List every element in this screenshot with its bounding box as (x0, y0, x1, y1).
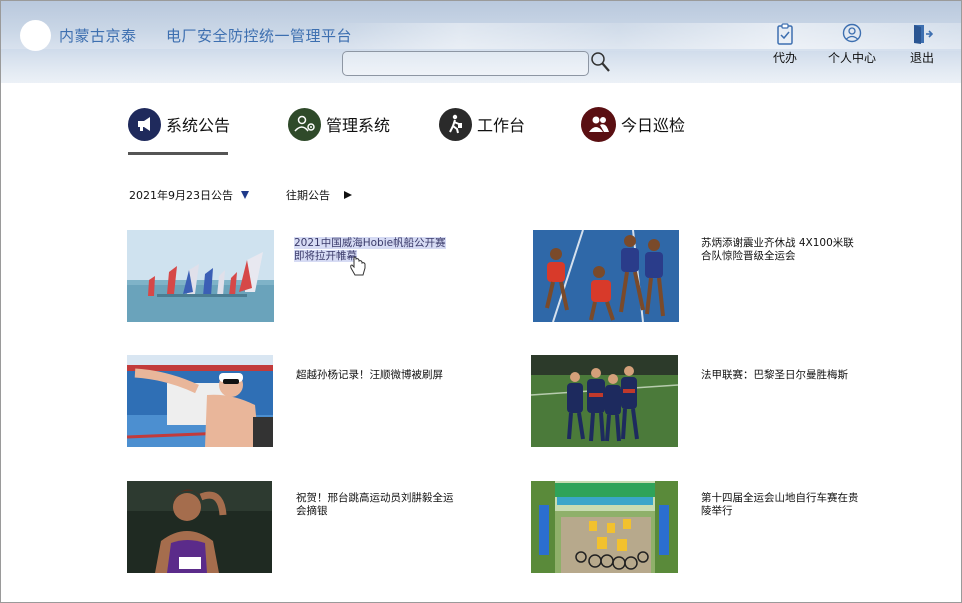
high-jump-image[interactable] (127, 481, 272, 573)
search-input[interactable] (342, 51, 589, 76)
cycling-image[interactable] (531, 481, 678, 573)
chevron-down-icon[interactable] (241, 191, 249, 199)
football-image[interactable] (531, 355, 678, 447)
sailing-image[interactable] (127, 230, 274, 322)
personal-center-button[interactable]: 个人中心 (828, 23, 876, 66)
brand-name: 内蒙古京泰 (59, 27, 137, 45)
todo-button[interactable]: 代办 (773, 23, 797, 66)
tab-label: 今日巡检 (621, 116, 686, 135)
news-title-4[interactable]: 法甲联赛：巴黎圣日尔曼胜梅斯 (701, 369, 861, 382)
app-window: 内蒙古京泰 电厂安全防控统一管理平台 代办 个人中心 退出 系统公告 管理系统 … (0, 0, 962, 603)
logout-button[interactable]: 退出 (910, 23, 934, 66)
user-icon (842, 23, 862, 43)
megaphone-icon (128, 107, 161, 141)
people-icon (581, 106, 616, 142)
news-title-text: 2021中国威海Hobie帆船公开赛即将拉开帷幕 (294, 237, 446, 262)
tab-label: 工作台 (477, 116, 526, 135)
news-title-6[interactable]: 第十四届全运会山地自行车赛在贵陵举行 (701, 492, 861, 517)
tab-management-system[interactable]: 管理系统 (288, 107, 390, 141)
news-title-2[interactable]: 苏炳添谢震业齐休战 4X100米联合队惊险晋级全运会 (701, 237, 856, 262)
logout-label: 退出 (910, 51, 935, 65)
tab-label: 系统公告 (166, 116, 231, 135)
tab-workbench[interactable]: 工作台 (439, 107, 525, 141)
swimmer-image[interactable] (127, 355, 273, 447)
relay-image[interactable] (533, 230, 679, 322)
arrow-right-icon (344, 191, 352, 199)
platform-title: 电厂安全防控统一管理平台 (166, 27, 353, 45)
hand-cursor-icon (348, 256, 368, 278)
logo (20, 20, 51, 51)
header-banner: 内蒙古京泰 电厂安全防控统一管理平台 代办 个人中心 退出 (1, 1, 961, 83)
news-title-1[interactable]: 2021中国威海Hobie帆船公开赛即将拉开帷幕 (294, 237, 454, 262)
people-gear-icon (288, 107, 321, 141)
tab-system-announcement[interactable]: 系统公告 (128, 107, 230, 141)
search-icon[interactable] (590, 51, 612, 75)
clipboard-icon (777, 23, 793, 45)
news-title-5[interactable]: 祝贺！邢台跳高运动员刘肼毅全运会摘银 (296, 492, 456, 517)
tab-daily-inspection[interactable]: 今日巡检 (581, 106, 686, 142)
tab-label: 管理系统 (326, 116, 391, 135)
announcement-date: 2021年9月23日公告 (129, 189, 233, 202)
news-title-3[interactable]: 超越孙杨记录！汪顺微博被刷屏 (296, 369, 456, 382)
exit-door-icon (914, 25, 933, 44)
past-announcements-label: 往期公告 (286, 189, 330, 202)
past-announcements-link[interactable]: 往期公告 (286, 187, 352, 203)
todo-label: 代办 (773, 51, 798, 65)
worker-icon (439, 107, 472, 141)
announcement-date-selector[interactable]: 2021年9月23日公告 (129, 187, 249, 203)
personal-center-label: 个人中心 (828, 51, 877, 65)
active-tab-indicator (128, 152, 228, 155)
